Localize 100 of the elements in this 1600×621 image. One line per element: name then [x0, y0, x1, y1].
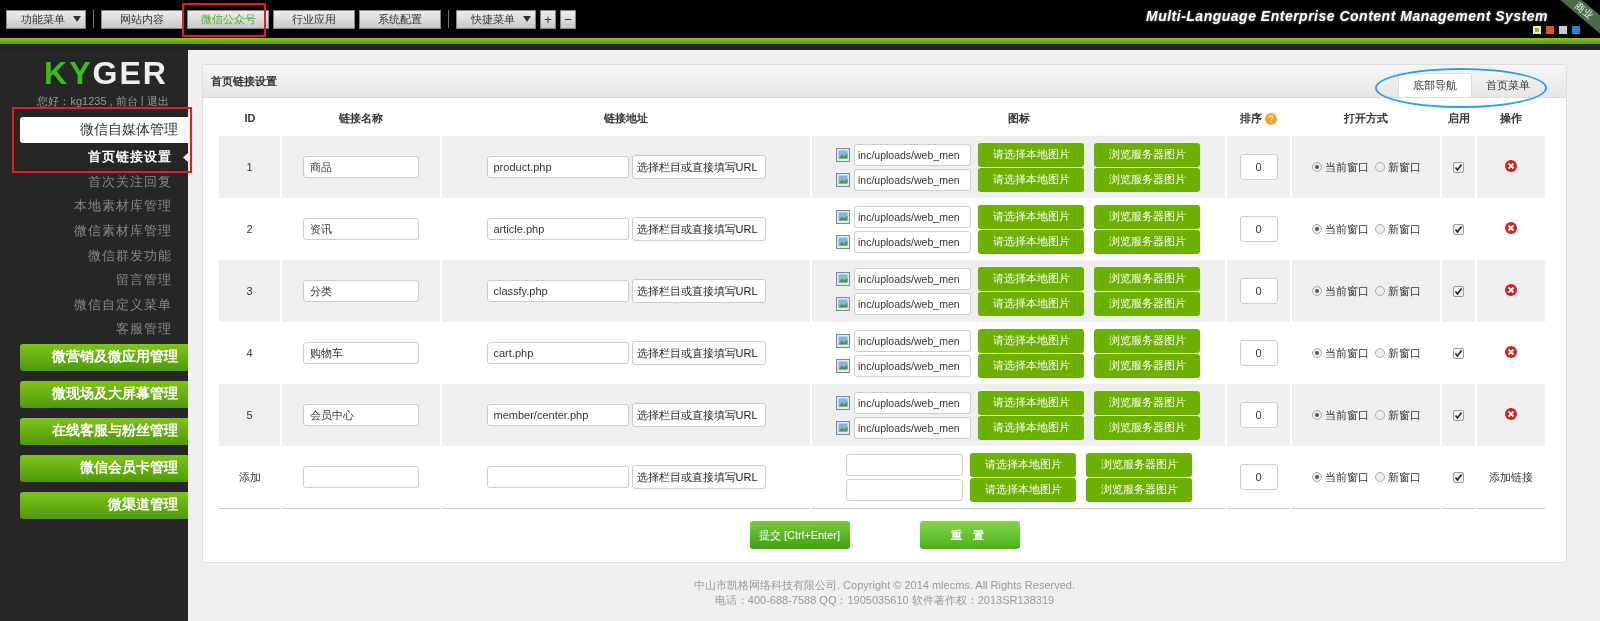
sidebar-item[interactable]: 首次关注回复: [0, 169, 188, 195]
url-input[interactable]: classfy.php: [486, 280, 629, 302]
icon-path-input[interactable]: inc/uploads/web_men: [854, 267, 971, 290]
name-input[interactable]: [303, 466, 419, 488]
delete-icon[interactable]: [1505, 408, 1517, 420]
icon-path-input[interactable]: inc/uploads/web_men: [854, 143, 971, 166]
delete-icon[interactable]: [1505, 346, 1517, 358]
radio-button[interactable]: [1374, 286, 1385, 296]
url-select[interactable]: 选择栏目或直接填写URL: [631, 155, 766, 179]
icon-path-input[interactable]: inc/uploads/web_men: [854, 329, 971, 352]
sidebar-item[interactable]: 微信素材库管理: [0, 218, 188, 244]
sort-input[interactable]: 0: [1239, 216, 1278, 242]
url-input[interactable]: article.php: [486, 218, 629, 240]
radio-button[interactable]: [1374, 162, 1385, 172]
sidebar-item[interactable]: 微信自定义菜单: [0, 292, 188, 318]
delete-icon[interactable]: [1505, 160, 1517, 172]
id-cell: 3: [246, 285, 253, 297]
id-cell: 1: [246, 161, 253, 173]
sidebar-group[interactable]: 微信自媒体管理: [20, 117, 188, 143]
theme-swatch[interactable]: [1533, 26, 1541, 34]
radio-button[interactable]: [1374, 348, 1385, 358]
url-input[interactable]: product.php: [486, 156, 629, 178]
name-input[interactable]: 购物车: [303, 342, 419, 364]
logo: KYGER: [44, 56, 168, 90]
icon-path-input[interactable]: inc/uploads/web_men: [854, 354, 971, 377]
url-input[interactable]: cart.php: [486, 342, 629, 364]
icon-path-input[interactable]: inc/uploads/web_men: [854, 168, 971, 191]
sort-input[interactable]: 0: [1239, 340, 1278, 366]
icon-path-input[interactable]: [846, 478, 963, 501]
frontend-link[interactable]: 前台: [115, 94, 138, 109]
url-select[interactable]: 选择栏目或直接填写URL: [631, 279, 766, 303]
icon-path-input[interactable]: inc/uploads/web_men: [854, 230, 971, 253]
radio-label: 新窗口: [1387, 345, 1421, 361]
url-input[interactable]: member/center.php: [486, 404, 629, 426]
menu-square-button[interactable]: +: [540, 9, 556, 29]
menu-square-button[interactable]: −: [560, 9, 576, 29]
delete-icon[interactable]: [1505, 222, 1517, 234]
sidebar-item[interactable]: 本地素材库管理: [0, 194, 188, 219]
name-input[interactable]: 分类: [303, 280, 419, 302]
column-header: ID: [244, 112, 256, 124]
sort-input[interactable]: 0: [1239, 154, 1278, 180]
radio-button[interactable]: [1311, 224, 1322, 234]
image-icon: [836, 172, 850, 187]
enable-checkbox[interactable]: [1453, 286, 1464, 298]
radio-label: 当前窗口: [1324, 469, 1369, 485]
icon-path-input[interactable]: inc/uploads/web_men: [854, 205, 971, 228]
id-cell: 5: [246, 409, 253, 421]
enable-checkbox[interactable]: [1453, 348, 1464, 360]
icon-path-input[interactable]: [846, 453, 963, 476]
sidebar-item[interactable]: 客服管理: [0, 317, 188, 342]
sidebar-item[interactable]: 首页链接设置: [0, 145, 188, 170]
radio-button[interactable]: [1311, 410, 1322, 420]
menu-dropdown[interactable]: 快捷菜单: [456, 9, 536, 29]
url-select[interactable]: 选择栏目或直接填写URL: [631, 341, 766, 365]
panel-tab[interactable]: 首页菜单: [1472, 73, 1544, 97]
enable-checkbox[interactable]: [1453, 162, 1464, 174]
sort-input[interactable]: 0: [1239, 464, 1278, 490]
sidebar-item[interactable]: 留言管理: [0, 267, 188, 293]
menu-tab[interactable]: 网站内容: [101, 9, 183, 29]
url-select[interactable]: 选择栏目或直接填写URL: [631, 403, 766, 427]
radio-button[interactable]: [1374, 224, 1385, 234]
url-input[interactable]: [486, 466, 629, 488]
menu-tab[interactable]: 系统配置: [359, 9, 441, 29]
add-link[interactable]: 添加链接: [1489, 470, 1533, 483]
radio-button[interactable]: [1311, 286, 1322, 296]
enable-checkbox[interactable]: [1453, 472, 1464, 484]
icon-path-input[interactable]: inc/uploads/web_men: [854, 391, 971, 414]
column-header: 排序: [1239, 111, 1262, 124]
pointer-icon: [183, 153, 188, 162]
enable-checkbox[interactable]: [1453, 224, 1464, 236]
url-select[interactable]: 选择栏目或直接填写URL: [631, 217, 766, 241]
theme-swatch[interactable]: [1559, 26, 1567, 34]
enable-checkbox[interactable]: [1453, 410, 1464, 422]
radio-button[interactable]: [1311, 162, 1322, 172]
radio-button[interactable]: [1374, 472, 1385, 482]
icon-path-input[interactable]: inc/uploads/web_men: [854, 416, 971, 439]
id-cell: 4: [246, 347, 253, 359]
url-select[interactable]: 选择栏目或直接填写URL: [631, 465, 766, 489]
sidebar-item[interactable]: 微信群发功能: [0, 243, 188, 268]
image-icon: [836, 234, 850, 249]
name-input[interactable]: 商品: [303, 156, 419, 178]
delete-icon[interactable]: [1505, 284, 1517, 296]
panel-tab[interactable]: 底部导航: [1398, 73, 1472, 97]
radio-button[interactable]: [1311, 472, 1322, 482]
logout-link[interactable]: 退出: [146, 94, 169, 109]
radio-button[interactable]: [1374, 410, 1385, 420]
image-icon: [836, 209, 850, 224]
menu-dropdown[interactable]: 功能菜单: [6, 9, 86, 29]
theme-swatch[interactable]: [1572, 26, 1580, 34]
tagline: Multi-Language Enterprise Content Management System: [1146, 8, 1548, 24]
column-header: 启用: [1447, 111, 1470, 124]
radio-button[interactable]: [1311, 348, 1322, 358]
sort-input[interactable]: 0: [1239, 402, 1278, 428]
menu-tab[interactable]: 行业应用: [273, 9, 355, 29]
name-input[interactable]: 会员中心: [303, 404, 419, 426]
column-header: 链接地址: [604, 111, 648, 124]
sort-input[interactable]: 0: [1239, 278, 1278, 304]
theme-swatch[interactable]: [1546, 26, 1554, 34]
icon-path-input[interactable]: inc/uploads/web_men: [854, 292, 971, 315]
name-input[interactable]: 资讯: [303, 218, 419, 240]
